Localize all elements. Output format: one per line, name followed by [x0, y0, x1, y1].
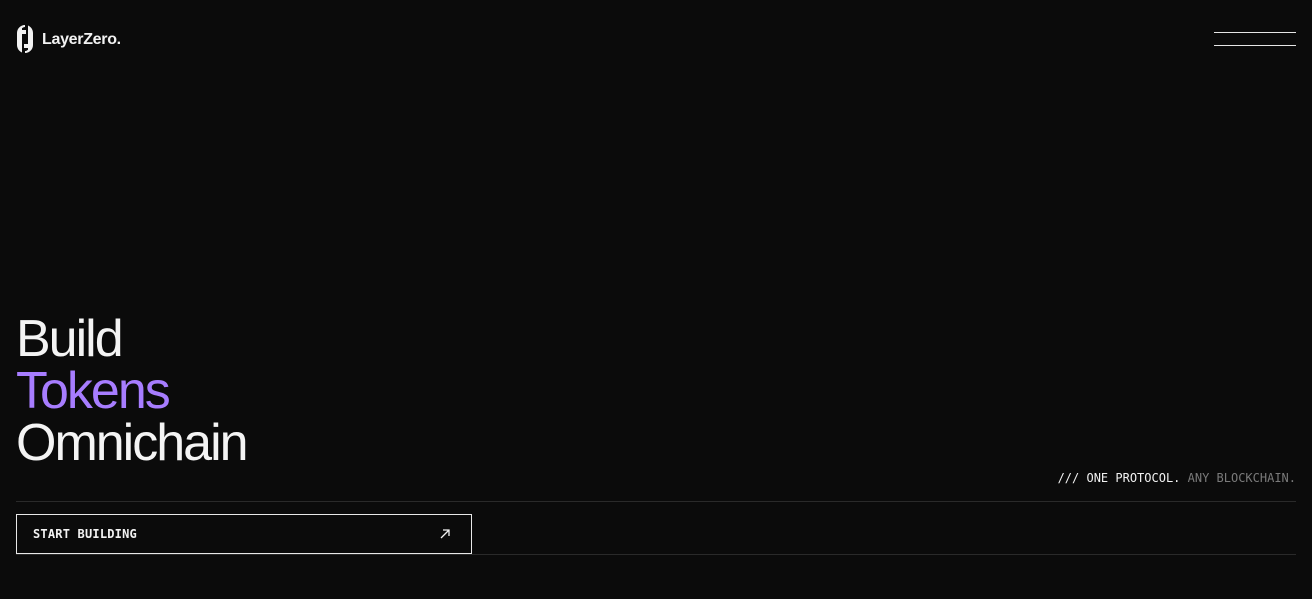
menu-button[interactable] [1214, 30, 1296, 48]
hero-line-tokens: Tokens [16, 362, 171, 420]
menu-line-top [1214, 32, 1296, 33]
tagline-prefix: /// [1057, 471, 1087, 485]
start-building-label: START BUILDING [33, 527, 137, 541]
page: LayerZero. Build Tokens Omnichain /// ON… [0, 0, 1312, 599]
tagline-secondary: ANY BLOCKCHAIN. [1187, 471, 1296, 485]
arrow-up-right-icon [440, 529, 450, 539]
tagline-primary: ONE PROTOCOL. [1086, 471, 1181, 485]
divider-top [16, 501, 1296, 502]
brand-logo[interactable]: LayerZero. [16, 24, 121, 54]
start-building-button[interactable]: START BUILDING [16, 514, 472, 554]
layerzero-logo-icon [17, 25, 33, 53]
tagline: /// ONE PROTOCOL. ANY BLOCKCHAIN. [1058, 471, 1296, 485]
hero-heading: Build Tokens Omnichain [16, 310, 249, 472]
menu-line-bottom [1214, 45, 1296, 46]
brand-name: LayerZero. [42, 30, 121, 48]
divider-bottom [16, 554, 1296, 555]
hero-line-omnichain: Omnichain [16, 414, 249, 472]
hero-line-build: Build [16, 310, 124, 368]
